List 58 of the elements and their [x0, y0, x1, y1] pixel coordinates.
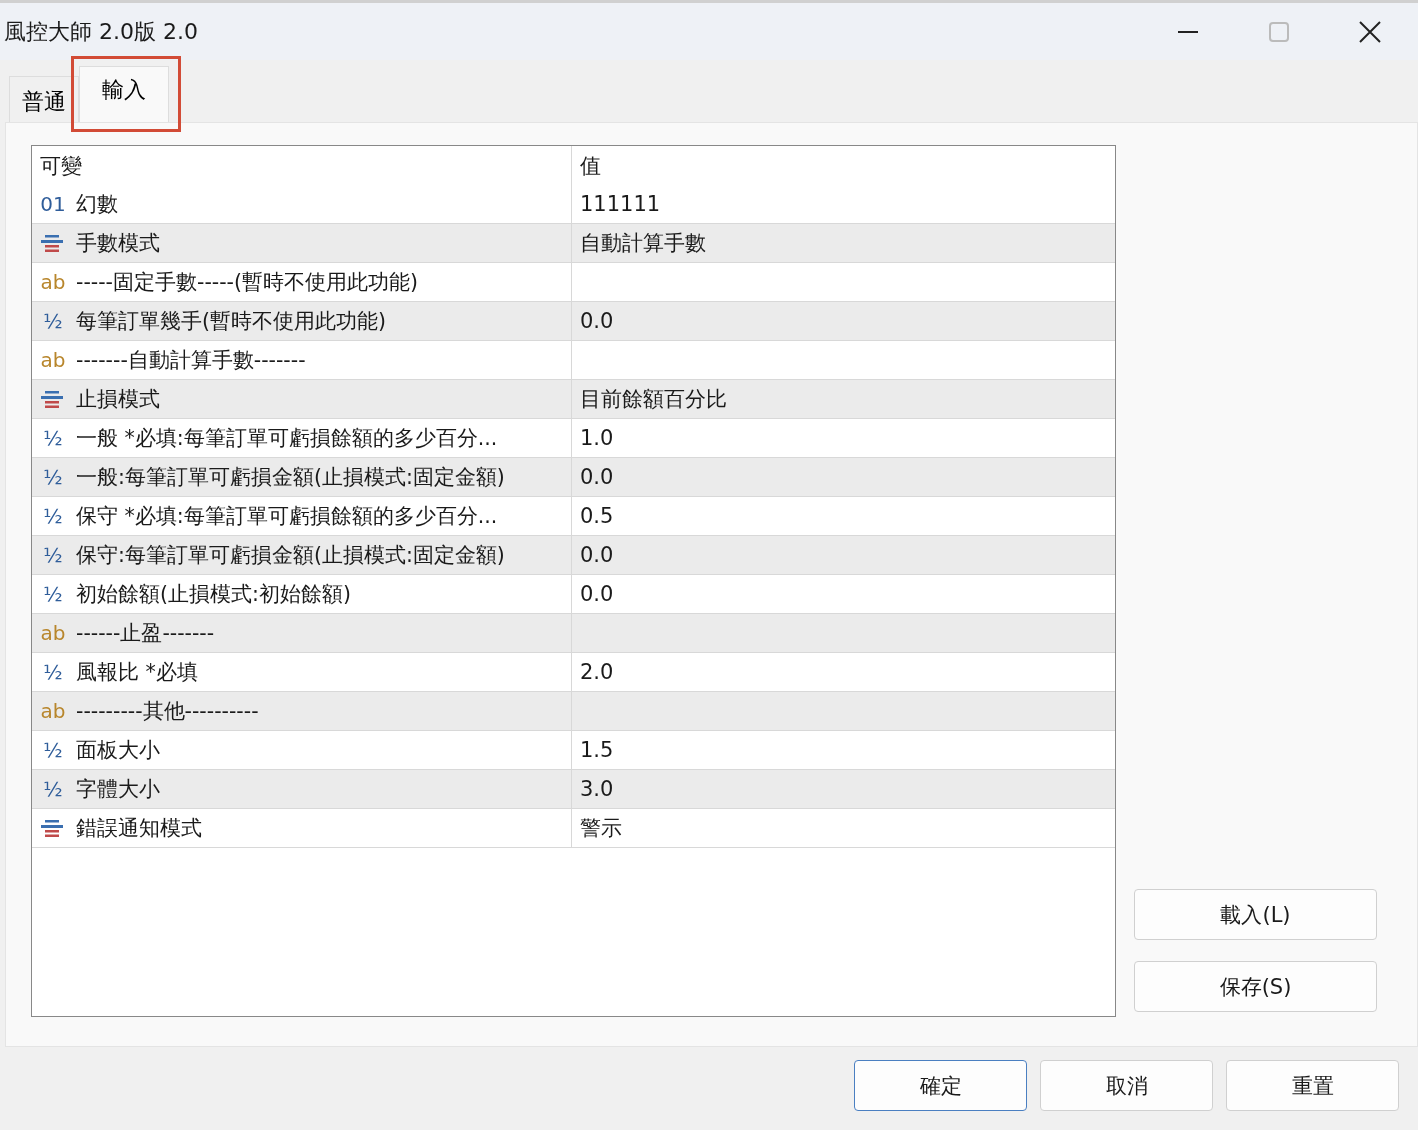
- parameter-value[interactable]: 1.0: [580, 426, 614, 450]
- parameter-value[interactable]: 1.5: [580, 738, 614, 762]
- parameter-name: 每筆訂單幾手(暫時不使用此功能): [76, 308, 386, 335]
- parameter-name: ------止盈-------: [76, 620, 215, 647]
- parameter-value[interactable]: 111111: [580, 192, 661, 216]
- parameter-name: 一般:每筆訂單可虧損金額(止損模式:固定金額): [76, 464, 505, 491]
- parameter-value[interactable]: 3.0: [580, 777, 614, 801]
- list-icon: [40, 818, 66, 838]
- tab[interactable]: 普通: [9, 76, 79, 122]
- parameter-name: -------自動計算手數-------: [76, 347, 306, 374]
- parameter-value[interactable]: 目前餘額百分比: [580, 385, 727, 413]
- type-icon: ½: [40, 426, 66, 450]
- parameter-name: -----固定手數-----(暫時不使用此功能): [76, 269, 418, 296]
- type-icon: ½: [40, 309, 66, 333]
- type-icon: ½: [40, 582, 66, 606]
- parameter-value[interactable]: 自動計算手數: [580, 229, 706, 257]
- list-icon: [40, 233, 66, 253]
- type-icon: ½: [40, 504, 66, 528]
- type-icon: ½: [40, 738, 66, 762]
- type-icon: ½: [40, 777, 66, 801]
- parameter-value[interactable]: 0.0: [580, 465, 614, 489]
- type-icon: ab: [40, 699, 66, 723]
- parameter-value[interactable]: 警示: [580, 814, 622, 842]
- parameter-name: 字體大小: [76, 776, 160, 803]
- parameter-name: 面板大小: [76, 737, 160, 764]
- dialog-button[interactable]: 取消: [1040, 1060, 1213, 1111]
- close-icon[interactable]: [1358, 19, 1382, 44]
- parameter-name: 風報比 *必填: [76, 659, 198, 686]
- parameter-value[interactable]: 0.0: [580, 543, 614, 567]
- parameter-name: 一般 *必填:每筆訂單可虧損餘額的多少百分...: [76, 425, 498, 452]
- column-header: 可變: [32, 146, 572, 185]
- side-button[interactable]: 載入(L): [1134, 889, 1377, 940]
- column-header: 值: [579, 152, 602, 180]
- parameter-name: 錯誤通知模式: [76, 815, 202, 842]
- window-title: 風控大師 2.0版 2.0: [4, 17, 198, 46]
- parameter-value[interactable]: 0.0: [580, 582, 614, 606]
- list-icon: [40, 389, 66, 409]
- parameter-value[interactable]: 2.0: [580, 660, 614, 684]
- parameter-value[interactable]: 0.0: [580, 309, 614, 333]
- parameter-value[interactable]: 0.5: [580, 504, 614, 528]
- type-icon: 01: [40, 192, 66, 216]
- type-icon: ½: [40, 543, 66, 567]
- parameter-name: 初始餘額(止損模式:初始餘額): [76, 581, 351, 608]
- side-button[interactable]: 保存(S): [1134, 961, 1377, 1012]
- parameter-name: 保守 *必填:每筆訂單可虧損餘額的多少百分...: [76, 503, 498, 530]
- parameter-name: 手數模式: [76, 230, 160, 257]
- dialog-button[interactable]: 確定: [854, 1060, 1027, 1111]
- parameter-name: 止損模式: [76, 386, 160, 413]
- dialog-button[interactable]: 重置: [1226, 1060, 1399, 1111]
- type-icon: ½: [40, 465, 66, 489]
- parameter-name: 保守:每筆訂單可虧損金額(止損模式:固定金額): [76, 542, 505, 569]
- type-icon: ½: [40, 660, 66, 684]
- type-icon: ab: [40, 621, 66, 645]
- parameter-name: ---------其他----------: [76, 698, 259, 725]
- type-icon: ab: [40, 348, 66, 372]
- type-icon: ab: [40, 270, 66, 294]
- parameter-name: 幻數: [76, 191, 118, 218]
- tab[interactable]: 輸入: [79, 66, 169, 122]
